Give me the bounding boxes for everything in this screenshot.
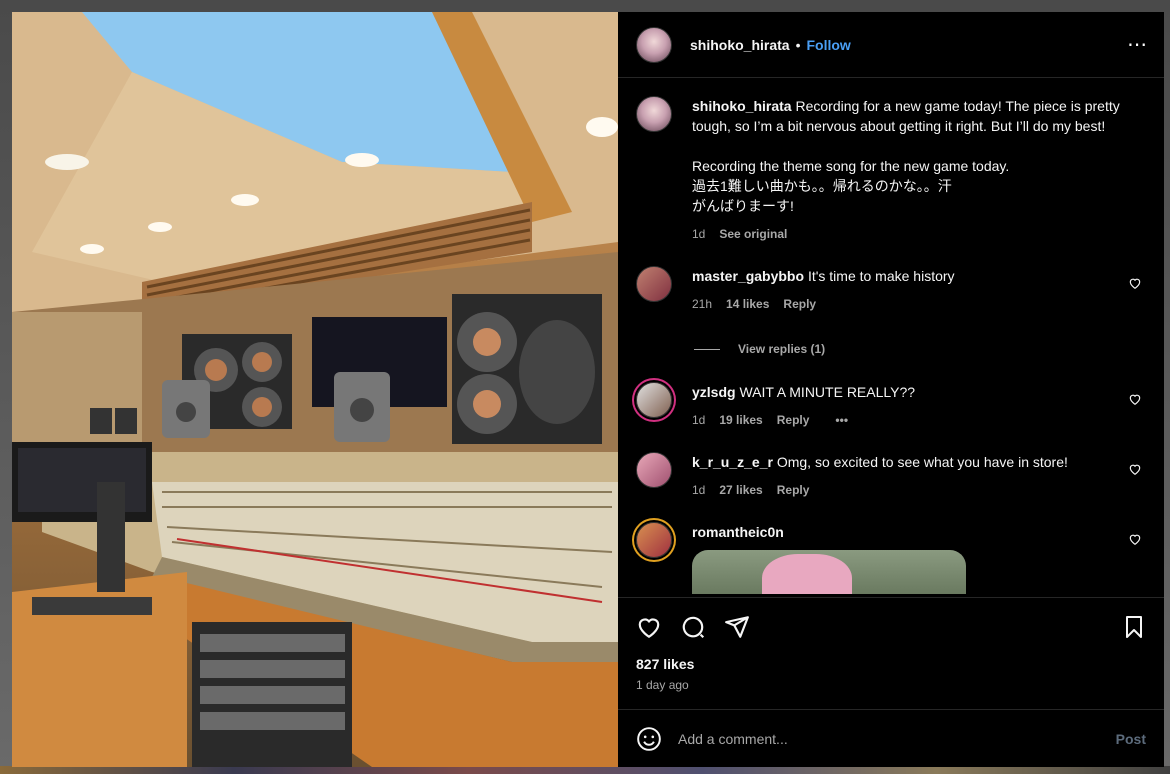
reply-button[interactable]: Reply xyxy=(783,294,816,314)
comment-username[interactable]: yzlsdg xyxy=(692,384,736,400)
add-comment-input[interactable]: Add a comment... xyxy=(678,731,1116,747)
comment-bubble-icon[interactable] xyxy=(680,614,706,640)
post-image xyxy=(12,12,618,767)
commenter-avatar[interactable] xyxy=(636,382,672,418)
comment-time[interactable]: 1d xyxy=(692,410,705,430)
post-header: shihoko_hirata • Follow ⋯ xyxy=(618,12,1164,78)
caption-time[interactable]: 1d xyxy=(692,224,705,244)
like-comment-heart-icon[interactable] xyxy=(1128,462,1142,476)
post-side-panel: shihoko_hirata • Follow ⋯ shihoko_hirata… xyxy=(618,12,1164,767)
comment-item: yzlsdg WAIT A MINUTE REALLY?? 1d 19 like… xyxy=(636,382,1148,430)
reply-button[interactable]: Reply xyxy=(777,410,810,430)
comment-text: It's time to make history xyxy=(807,268,955,284)
comment-image[interactable] xyxy=(692,550,966,594)
post-modal: shihoko_hirata • Follow ⋯ shihoko_hirata… xyxy=(12,12,1164,767)
share-send-icon[interactable] xyxy=(724,614,750,640)
follow-button[interactable]: Follow xyxy=(807,37,851,53)
comment-item: master_gabybbo It's time to make history… xyxy=(636,266,1148,314)
post-actions: 827 likes 1 day ago xyxy=(618,597,1164,709)
comment-item: romantheic0n xyxy=(636,522,1148,594)
studio-photo xyxy=(12,12,618,767)
comment-item: k_r_u_z_e_r Omg, so excited to see what … xyxy=(636,452,1148,500)
reply-button[interactable]: Reply xyxy=(777,480,810,500)
likes-count[interactable]: 827 likes xyxy=(636,656,1148,672)
comment-likes[interactable]: 14 likes xyxy=(726,294,769,314)
comment-likes[interactable]: 27 likes xyxy=(719,480,762,500)
caption-username[interactable]: shihoko_hirata xyxy=(692,98,792,114)
commenter-avatar[interactable] xyxy=(636,266,672,302)
save-bookmark-icon[interactable] xyxy=(1122,614,1146,640)
comment-image-art xyxy=(762,554,852,594)
like-comment-heart-icon[interactable] xyxy=(1128,392,1142,406)
add-comment-bar: Add a comment... Post xyxy=(618,709,1164,767)
commenter-avatar[interactable] xyxy=(636,522,672,558)
emoji-icon[interactable] xyxy=(636,726,662,752)
comment-text: WAIT A MINUTE REALLY?? xyxy=(739,384,916,400)
separator-dot: • xyxy=(795,36,801,53)
comment-likes[interactable]: 19 likes xyxy=(719,410,762,430)
post-comment-button[interactable]: Post xyxy=(1116,731,1146,747)
comments-list[interactable]: shihoko_hirata Recording for a new game … xyxy=(618,78,1164,597)
caption: shihoko_hirata Recording for a new game … xyxy=(636,96,1148,244)
backdrop-strip xyxy=(0,766,1170,774)
view-replies-line xyxy=(694,348,720,350)
caption-avatar[interactable] xyxy=(636,96,672,132)
view-replies-label: View replies (1) xyxy=(738,342,826,356)
author-username[interactable]: shihoko_hirata xyxy=(690,37,790,53)
comment-time[interactable]: 21h xyxy=(692,294,712,314)
view-replies-button[interactable]: View replies (1) xyxy=(694,342,1148,356)
comment-time[interactable]: 1d xyxy=(692,480,705,500)
like-comment-heart-icon[interactable] xyxy=(1128,532,1142,546)
comment-text: Omg, so excited to see what you have in … xyxy=(776,454,1068,470)
comment-username[interactable]: romantheic0n xyxy=(692,524,784,540)
comment-more-icon[interactable]: ••• xyxy=(835,410,848,430)
author-avatar[interactable] xyxy=(636,26,672,63)
commenter-avatar[interactable] xyxy=(636,452,672,488)
see-original-link[interactable]: See original xyxy=(719,224,787,244)
comment-username[interactable]: k_r_u_z_e_r xyxy=(692,454,773,470)
like-heart-icon[interactable] xyxy=(636,614,662,640)
post-date: 1 day ago xyxy=(636,678,689,692)
like-comment-heart-icon[interactable] xyxy=(1128,276,1142,290)
more-options-icon[interactable]: ⋯ xyxy=(1127,32,1148,57)
comment-username[interactable]: master_gabybbo xyxy=(692,268,804,284)
caption-text: Recording for a new game today! The piec… xyxy=(692,98,1120,214)
